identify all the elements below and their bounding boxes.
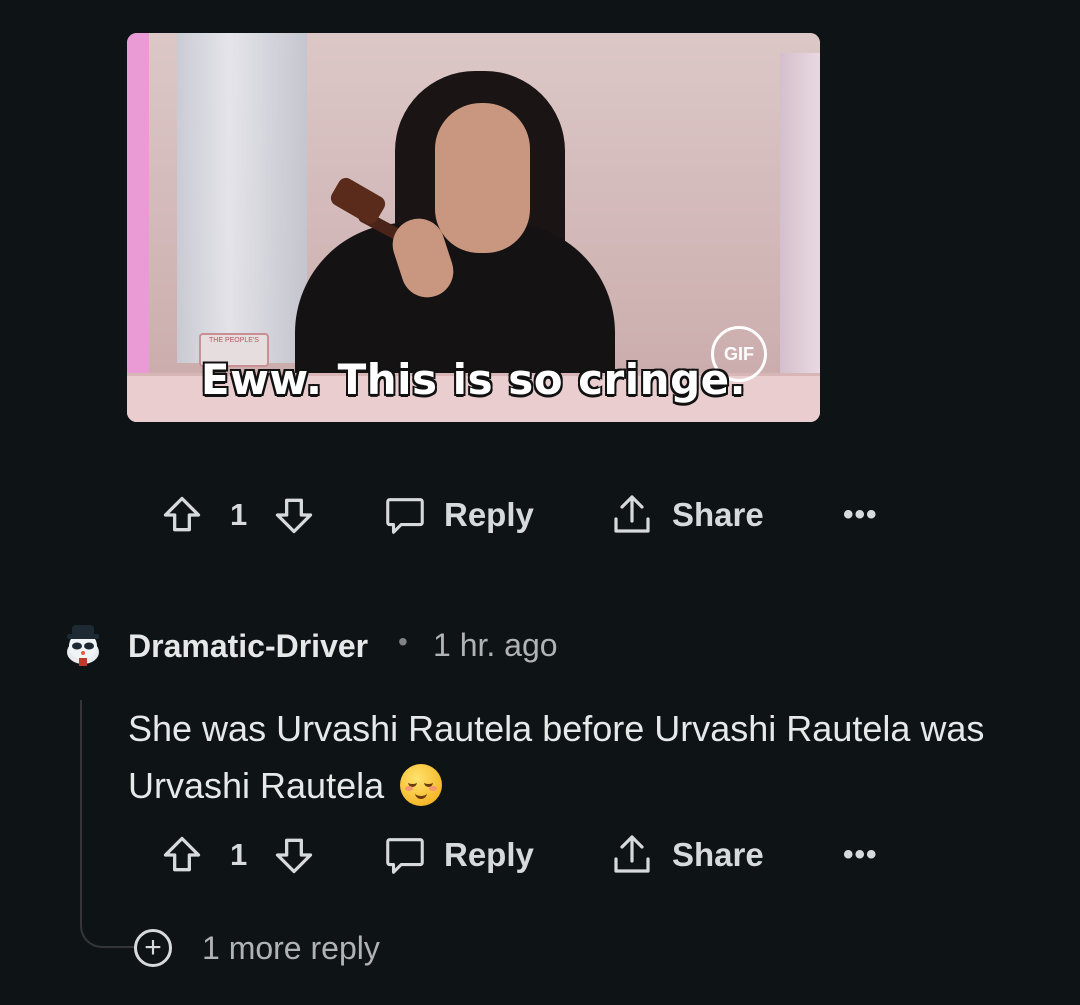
reply-button[interactable]: Reply xyxy=(382,490,534,540)
share-label: Share xyxy=(672,496,764,533)
reply-label: Reply xyxy=(444,496,534,533)
comment-text: She was Urvashi Rautela before Urvashi R… xyxy=(128,708,985,806)
comment-downvote-button[interactable] xyxy=(272,830,316,880)
comment-upvote-button[interactable] xyxy=(160,830,204,880)
share-icon xyxy=(614,495,650,533)
more-options-icon: ••• xyxy=(843,838,878,871)
upvote-arrow-icon xyxy=(163,836,201,872)
share-label: Share xyxy=(672,836,764,873)
reply-label: Reply xyxy=(444,836,534,873)
upvote-button[interactable] xyxy=(160,490,204,540)
expand-plus-icon: + xyxy=(134,929,172,967)
post-action-bar: 1 Reply Share ••• xyxy=(160,490,900,540)
more-options-icon: ••• xyxy=(843,498,878,531)
vote-count: 1 xyxy=(230,497,248,532)
relieved-face-emoji-icon xyxy=(400,764,443,806)
share-button[interactable]: Share xyxy=(608,490,764,540)
downvote-button[interactable] xyxy=(272,490,316,540)
upvote-arrow-icon xyxy=(163,496,201,532)
avatar[interactable] xyxy=(60,622,106,668)
share-icon xyxy=(614,835,650,873)
gif-curtain-right xyxy=(780,53,820,383)
gif-person-face xyxy=(435,103,530,253)
gif-curtain-left xyxy=(177,33,307,363)
more-replies-button[interactable]: + 1 more reply xyxy=(134,926,380,970)
comment-bubble-icon xyxy=(386,838,424,874)
comment-timestamp: 1 hr. ago xyxy=(433,627,558,663)
comment-vote-count: 1 xyxy=(230,837,248,872)
comment-reply-button[interactable]: Reply xyxy=(382,830,534,880)
comment-username[interactable]: Dramatic-Driver xyxy=(128,628,368,665)
separator-dot: • xyxy=(398,626,408,657)
comment-bubble-icon xyxy=(386,498,424,534)
gif-embed[interactable]: THE PEOPLE'S GIF Eww. This is so cringe. xyxy=(127,33,820,422)
more-options-button[interactable]: ••• xyxy=(843,490,878,540)
downvote-arrow-icon xyxy=(275,838,313,874)
downvote-arrow-icon xyxy=(275,498,313,534)
comment-action-bar: 1 Reply Share ••• xyxy=(160,830,900,880)
gif-caption: Eww. This is so cringe. xyxy=(200,355,747,404)
more-replies-label: 1 more reply xyxy=(202,929,380,966)
comment-share-button[interactable]: Share xyxy=(608,830,764,880)
comment-more-options-button[interactable]: ••• xyxy=(843,830,878,880)
comment-body: She was Urvashi Rautela before Urvashi R… xyxy=(128,700,1028,814)
